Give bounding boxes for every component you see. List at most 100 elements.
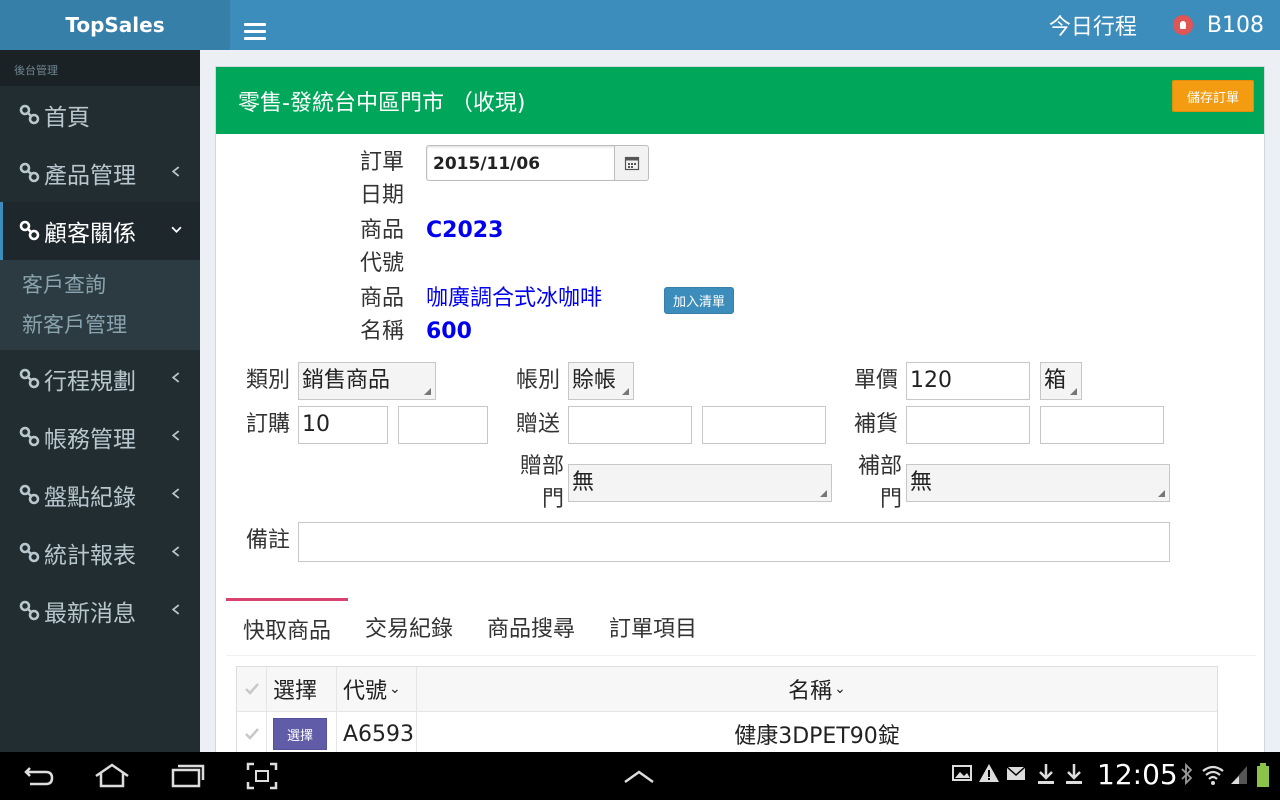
user-icon[interactable] xyxy=(1172,15,1193,35)
signal-icon xyxy=(1231,766,1247,784)
gift-input-2[interactable] xyxy=(702,406,826,444)
chevron-left-icon xyxy=(171,604,180,615)
row-code: A6593 xyxy=(337,712,417,756)
table-header-row: 選擇 代號 ⌄ 名稱 ⌄ xyxy=(237,667,1217,712)
link-icon xyxy=(19,368,40,389)
gift-input-1[interactable] xyxy=(568,406,692,444)
restock-dept-select[interactable]: 無 xyxy=(906,464,1170,502)
sidebar-item-home[interactable]: 首頁 xyxy=(0,86,200,144)
restock-label: 補貨 xyxy=(854,412,899,437)
account-select[interactable]: 賒帳 xyxy=(568,362,634,400)
sidebar-item-label: 產品管理 xyxy=(44,163,136,189)
panel-header: 零售-發統台中區門市 （收現) 儲存訂單 xyxy=(216,67,1264,134)
order-date-label: 訂單 日期 xyxy=(354,146,404,212)
product-name-label-line1: 商品 xyxy=(359,286,404,311)
order-date-label-line1: 訂單 xyxy=(359,150,404,175)
sidebar-item-customers[interactable]: 顧客關係 xyxy=(0,202,200,260)
today-schedule-link[interactable]: 今日行程 xyxy=(1049,9,1137,41)
sidebar-item-accounting[interactable]: 帳務管理 xyxy=(0,408,200,466)
chevron-left-icon xyxy=(171,488,180,499)
chevron-left-icon xyxy=(171,166,180,177)
top-right-area: 今日行程 B108 xyxy=(1049,0,1264,50)
sidebar-subitem-new-customer[interactable]: 新客戶管理 xyxy=(0,304,200,344)
bluetooth-icon xyxy=(1181,762,1193,786)
row-select-button[interactable]: 選擇 xyxy=(273,718,327,750)
sidebar-item-label: 盤點紀錄 xyxy=(44,485,136,511)
gift-dept-label: 贈部 門 xyxy=(514,450,564,516)
top-bar: TopSales 今日行程 B108 xyxy=(0,0,1280,50)
row-checkbox[interactable] xyxy=(237,712,267,756)
sidebar-item-inventory[interactable]: 盤點紀錄 xyxy=(0,466,200,524)
add-to-list-button[interactable]: 加入清單 xyxy=(664,287,734,314)
sidebar-item-label: 帳務管理 xyxy=(44,427,136,453)
product-code-label-line2: 代號 xyxy=(359,251,404,276)
chevron-down-icon xyxy=(171,226,182,233)
order-panel: 零售-發統台中區門市 （收現) 儲存訂單 訂單 日期 2015/11/06 商品… xyxy=(215,66,1265,758)
app-root: TopSales 今日行程 B108 後台管理 首頁 產品管理 顧客關係 客戶查… xyxy=(0,0,1280,800)
save-order-button[interactable]: 儲存訂單 xyxy=(1172,80,1254,112)
link-icon xyxy=(19,162,40,183)
category-label: 類別 xyxy=(246,368,291,393)
tab-product-search[interactable]: 商品搜尋 xyxy=(470,598,592,656)
column-header-code[interactable]: 代號 ⌄ xyxy=(337,667,417,711)
user-code[interactable]: B108 xyxy=(1207,13,1264,38)
sidebar-item-reports[interactable]: 統計報表 xyxy=(0,524,200,582)
restock-dept-label-line1: 補部 xyxy=(857,454,902,479)
sidebar-item-news[interactable]: 最新消息 xyxy=(0,582,200,640)
tab-quick-products[interactable]: 快取商品 xyxy=(226,598,349,656)
order-date-input[interactable]: 2015/11/06 xyxy=(426,145,616,181)
category-select[interactable]: 銷售商品 xyxy=(298,362,436,400)
select-all-checkbox[interactable] xyxy=(237,667,267,711)
unit-price-input[interactable]: 120 xyxy=(906,362,1030,400)
customers-submenu: 客戶查詢 新客戶管理 xyxy=(0,260,200,350)
gift-dept-label-line1: 贈部 xyxy=(519,454,564,479)
row-name: 健康3DPET90錠 xyxy=(734,724,900,749)
order-date-label-line2: 日期 xyxy=(359,183,404,208)
tabs-bar: 快取商品 交易紀錄 商品搜尋 訂單項目 xyxy=(226,598,1256,656)
link-icon xyxy=(19,220,40,241)
calendar-icon[interactable] xyxy=(614,145,649,181)
screenshot-icon[interactable] xyxy=(246,762,278,790)
menu-toggle-icon[interactable] xyxy=(244,23,266,41)
brand-logo[interactable]: TopSales xyxy=(0,0,230,50)
restock-input-2[interactable] xyxy=(1040,406,1164,444)
chevron-left-icon xyxy=(171,430,180,441)
check-icon xyxy=(244,683,259,695)
warning-icon xyxy=(979,764,999,782)
sidebar-item-products[interactable]: 產品管理 xyxy=(0,144,200,202)
remark-input[interactable] xyxy=(298,522,1170,562)
panel-title: 零售-發統台中區門市 （收現) xyxy=(238,90,526,116)
product-name-label: 商品 名稱 xyxy=(354,282,404,348)
image-icon xyxy=(952,765,972,781)
download-icon xyxy=(1038,764,1054,784)
column-header-name[interactable]: 名稱 ⌄ xyxy=(417,667,1217,711)
chevron-left-icon xyxy=(171,546,180,557)
link-icon xyxy=(19,600,40,621)
tab-transaction-records[interactable]: 交易紀錄 xyxy=(348,598,470,656)
restock-input-1[interactable] xyxy=(906,406,1030,444)
back-icon[interactable] xyxy=(22,762,56,790)
gift-dept-select[interactable]: 無 xyxy=(568,464,832,502)
order-qty-input-2[interactable] xyxy=(398,406,488,444)
order-qty-input[interactable]: 10 xyxy=(298,406,388,444)
sidebar-item-schedule[interactable]: 行程規劃 xyxy=(0,350,200,408)
sidebar-item-label: 最新消息 xyxy=(44,601,136,627)
row-select-cell: 選擇 xyxy=(267,712,337,756)
product-code-value: C2023 xyxy=(426,218,504,243)
home-icon[interactable] xyxy=(92,762,132,790)
sidebar-subitem-customer-query[interactable]: 客戶查詢 xyxy=(0,264,200,304)
link-icon xyxy=(19,426,40,447)
sidebar-item-label: 統計報表 xyxy=(44,543,136,569)
restock-dept-label: 補部 門 xyxy=(852,450,902,516)
product-code-label: 商品 代號 xyxy=(354,214,404,280)
tab-order-items[interactable]: 訂單項目 xyxy=(592,598,714,656)
recent-apps-icon[interactable] xyxy=(170,762,206,790)
link-icon xyxy=(19,104,40,125)
product-name-value: 咖廣調合式冰咖啡 xyxy=(426,286,603,311)
product-code-label-line1: 商品 xyxy=(359,218,404,243)
gift-label: 贈送 xyxy=(516,412,561,437)
chevron-up-icon[interactable] xyxy=(622,762,656,790)
order-qty-label: 訂購 xyxy=(246,412,291,437)
unit-select[interactable]: 箱 xyxy=(1040,362,1082,400)
battery-icon xyxy=(1257,763,1269,787)
